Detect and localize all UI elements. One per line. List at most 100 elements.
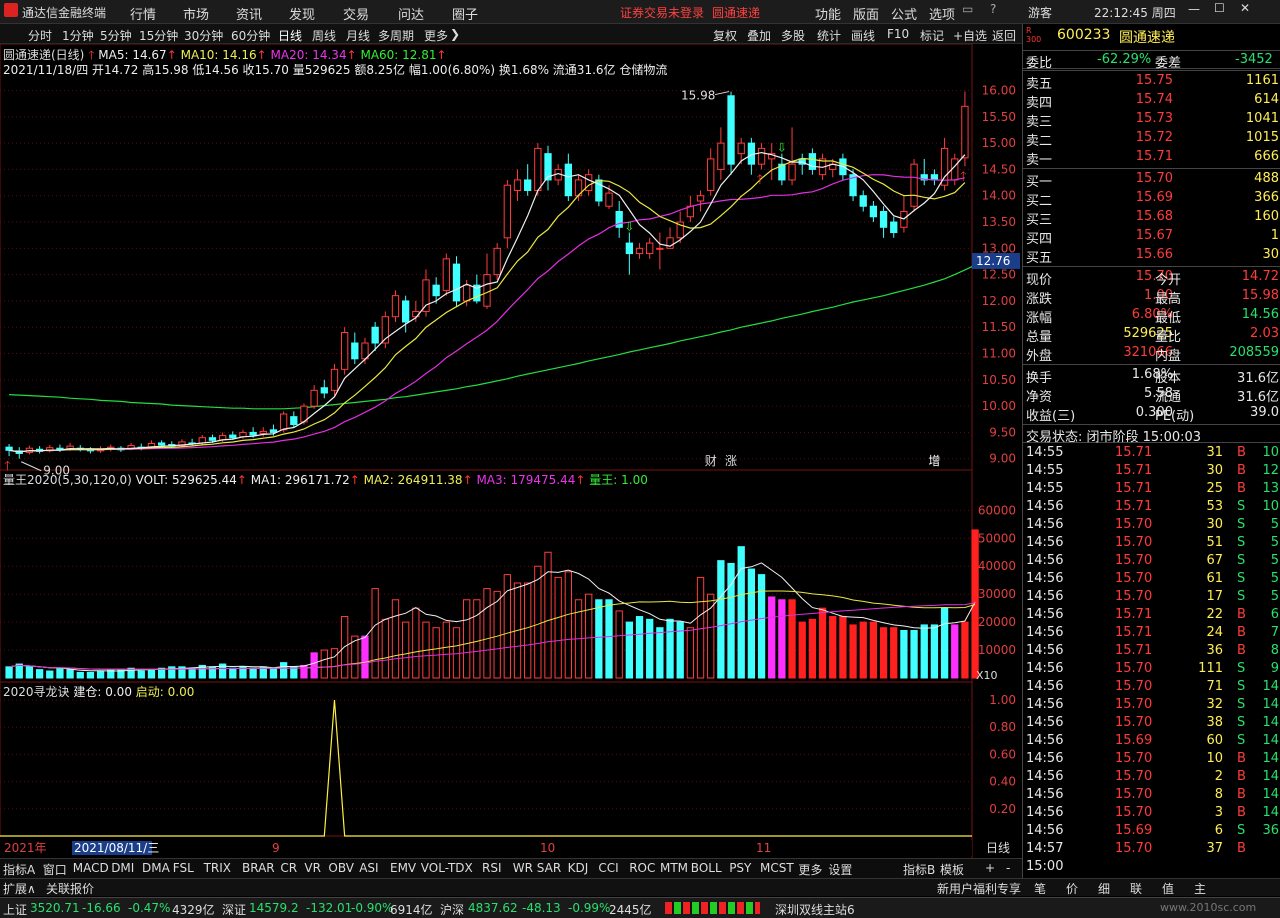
period-tab-60m[interactable]: 60分钟 <box>231 27 270 44</box>
minimize-icon[interactable]: — <box>1188 2 1200 16</box>
tool-addfav-button[interactable]: +自选 <box>953 27 987 44</box>
volume-bar <box>666 618 674 679</box>
indicator-tab[interactable]: MCST <box>760 861 794 875</box>
menu-item-options[interactable]: 选项 <box>929 4 955 23</box>
tab-bi[interactable]: 笔 <box>1034 880 1046 897</box>
period-tab-15m[interactable]: 15分钟 <box>139 27 178 44</box>
indicator-tab[interactable]: VOL-TDX <box>421 861 473 875</box>
kline-chart[interactable]: 15.98 9.00 🡑 🡑 🡑 ⇩ ⇩ 财涨 增 16.00 15.50 15.00 14.50 14… <box>0 44 1022 858</box>
candle-body <box>269 429 278 433</box>
indicator-tab[interactable]: 指标A <box>3 861 35 878</box>
period-tab-fenshi[interactable]: 分时 <box>28 27 52 44</box>
indicator-tab[interactable]: FSL <box>173 861 194 875</box>
indicator-tab[interactable]: RSI <box>482 861 502 875</box>
menu-item-trade[interactable]: 交易 <box>343 4 369 23</box>
indicator-tab[interactable]: 设置 <box>828 861 852 878</box>
indicator-tab[interactable]: CR <box>280 861 297 875</box>
user-label[interactable]: 游客 <box>1028 4 1052 21</box>
expand-button[interactable]: 扩展∧ <box>3 880 36 897</box>
period-tab-more[interactable]: 更多 <box>424 27 448 44</box>
menu-item-formula[interactable]: 公式 <box>891 4 917 23</box>
volume-tick-label: 20000 <box>978 615 1016 629</box>
sh-label[interactable]: 上证 <box>3 901 27 918</box>
volume-bar <box>625 621 634 679</box>
indicator-b-tab[interactable]: 指标B <box>903 861 935 878</box>
template-tab[interactable]: 模板 <box>940 861 964 878</box>
server-station[interactable]: 深圳双线主站6 <box>775 901 855 918</box>
indicator-tab[interactable]: 更多 <box>798 861 822 878</box>
indicator-tab[interactable]: MACD <box>73 861 109 875</box>
tick-row: 14:56 15.71 24 B 7 <box>1023 624 1280 643</box>
ma20-line <box>9 174 966 453</box>
indicator-tab[interactable]: TRIX <box>204 861 231 875</box>
ask-price: 15.75 <box>1135 73 1173 88</box>
related-quote-button[interactable]: 关联报价 <box>46 880 94 897</box>
tab-zhi[interactable]: 值 <box>1162 880 1174 897</box>
period-tab-30m[interactable]: 30分钟 <box>184 27 223 44</box>
maximize-icon[interactable]: ☐ <box>1214 1 1225 15</box>
minimize-small-icon[interactable]: ▭ <box>962 2 973 16</box>
zoom-out-button[interactable]: - <box>1006 861 1010 875</box>
period-tab-monthly[interactable]: 月线 <box>346 27 370 44</box>
site-watermark: www.2010sc.com <box>1160 901 1257 914</box>
zoom-in-button[interactable]: + <box>985 861 995 875</box>
tool-overlay-button[interactable]: 叠加 <box>747 27 771 44</box>
volume-bar <box>900 630 908 679</box>
indicator-tab[interactable]: 窗口 <box>43 861 67 878</box>
help-icon[interactable]: ? <box>990 2 996 16</box>
indicator-tab[interactable]: KDJ <box>568 861 589 875</box>
stock-link[interactable]: 圆通速递 <box>712 4 760 21</box>
menu-item-market[interactable]: 市场 <box>183 4 209 23</box>
indicator-tab[interactable]: ROC <box>629 861 655 875</box>
tick-time: 14:55 <box>1026 445 1064 460</box>
menu-item-quotes[interactable]: 行情 <box>130 4 156 23</box>
tool-multistock-button[interactable]: 多股 <box>781 27 805 44</box>
indicator-tab[interactable]: ASI <box>359 861 378 875</box>
bid-row: 买三 15.68 160 <box>1023 208 1280 228</box>
indicator-tab[interactable]: DMA <box>142 861 170 875</box>
period-tab-1m[interactable]: 1分钟 <box>62 27 94 44</box>
new-user-promo[interactable]: 新用户福利专享 <box>937 880 1021 897</box>
menu-item-ask[interactable]: 问达 <box>398 4 424 23</box>
tab-zhu[interactable]: 主 <box>1194 880 1206 897</box>
hs-label[interactable]: 沪深 <box>440 901 464 918</box>
menu-item-layout[interactable]: 版面 <box>853 4 879 23</box>
menu-item-function[interactable]: 功能 <box>815 4 841 23</box>
indicator-tab[interactable]: CCI <box>598 861 618 875</box>
login-notice[interactable]: 证券交易未登录 <box>620 4 704 21</box>
tool-fuquan-button[interactable]: 复权 <box>713 27 737 44</box>
indicator-tab[interactable]: WR <box>513 861 533 875</box>
indicator-tab[interactable]: OBV <box>328 861 354 875</box>
indicator-tab[interactable]: BRAR <box>242 861 275 875</box>
candle-body <box>483 274 491 307</box>
tool-stats-button[interactable]: 统计 <box>817 27 841 44</box>
period-tab-multi[interactable]: 多周期 <box>378 27 414 44</box>
menu-item-news[interactable]: 资讯 <box>236 4 262 23</box>
tick-row: 14:56 15.70 71 S 14 <box>1023 678 1280 697</box>
ask-price: 15.74 <box>1135 92 1173 107</box>
indicator-tab[interactable]: BOLL <box>691 861 722 875</box>
volume-bar <box>5 666 13 679</box>
tab-lian[interactable]: 联 <box>1130 880 1142 897</box>
sz-label[interactable]: 深证 <box>222 901 246 918</box>
tool-f10-button[interactable]: F10 <box>887 27 909 41</box>
tab-xi[interactable]: 细 <box>1098 880 1110 897</box>
indicator-tab[interactable]: SAR <box>537 861 561 875</box>
tick-row: 14:56 15.70 10 B 14 <box>1023 750 1280 769</box>
menu-item-discover[interactable]: 发现 <box>289 4 315 23</box>
close-icon[interactable]: ✕ <box>1240 1 1250 15</box>
tool-back-button[interactable]: 返回 <box>992 27 1016 44</box>
indicator-tab[interactable]: PSY <box>729 861 751 875</box>
period-tab-5m[interactable]: 5分钟 <box>100 27 132 44</box>
tick-side: B <box>1237 751 1246 766</box>
tool-mark-button[interactable]: 标记 <box>920 27 944 44</box>
tab-jia[interactable]: 价 <box>1066 880 1078 897</box>
menu-item-circle[interactable]: 圈子 <box>452 4 478 23</box>
period-tab-weekly[interactable]: 周线 <box>312 27 336 44</box>
tool-draw-button[interactable]: 画线 <box>851 27 875 44</box>
indicator-tab[interactable]: DMI <box>111 861 134 875</box>
indicator-tab[interactable]: VR <box>304 861 321 875</box>
indicator-tab[interactable]: MTM <box>660 861 688 875</box>
indicator-tab[interactable]: EMV <box>390 861 416 875</box>
period-tab-daily[interactable]: 日线 <box>278 27 302 44</box>
